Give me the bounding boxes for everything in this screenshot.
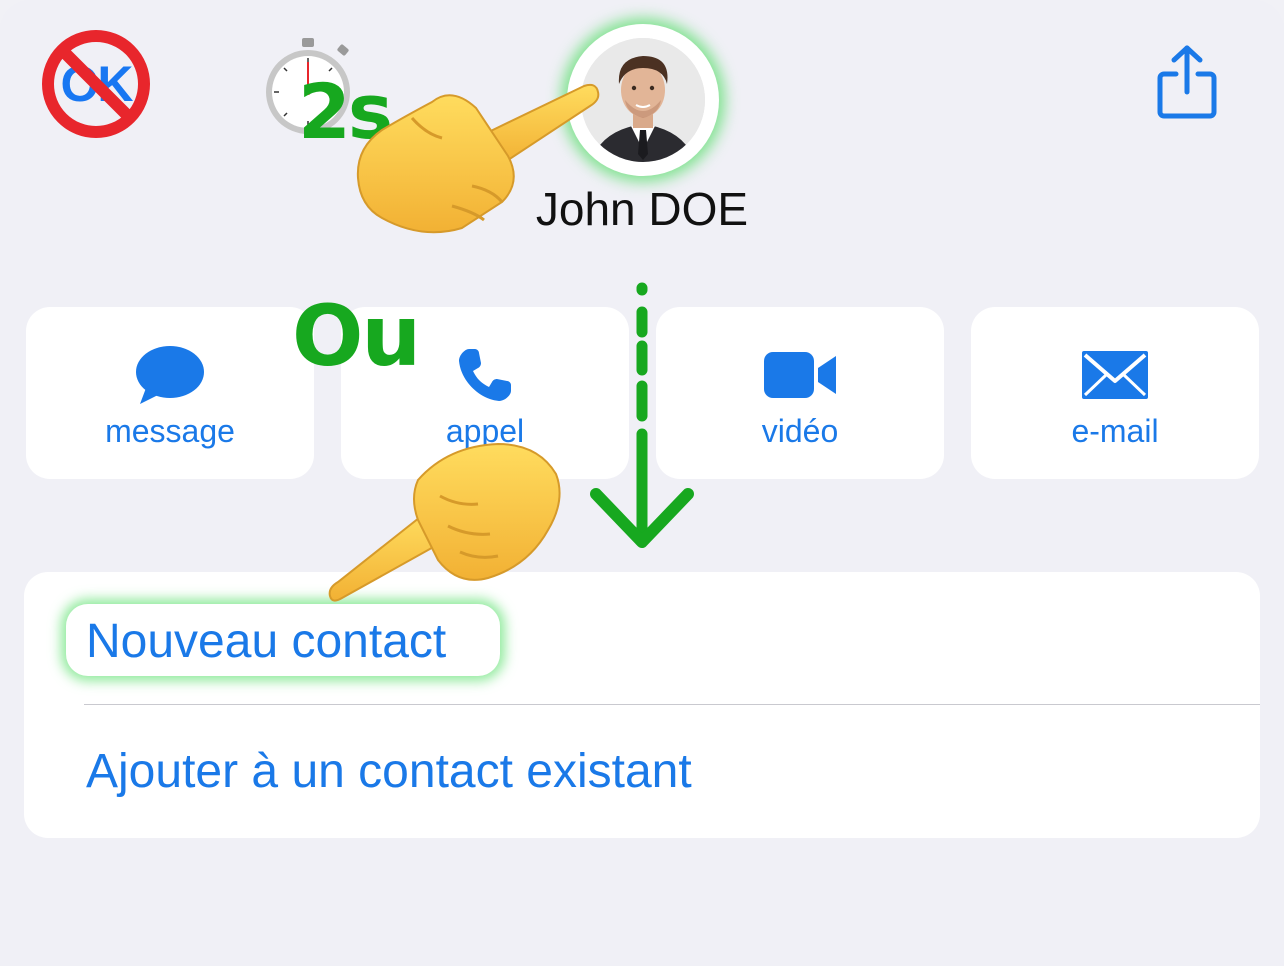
add-to-existing-row[interactable]: Ajouter à un contact existant — [24, 704, 1260, 836]
phone-icon — [459, 349, 511, 401]
video-label: vidéo — [761, 413, 839, 449]
avatar-photo — [581, 38, 705, 162]
new-contact-label: Nouveau contact — [86, 615, 447, 668]
envelope-icon — [1082, 351, 1148, 399]
add-to-existing-label: Ajouter à un contact existant — [86, 745, 692, 798]
prohibited-icon — [42, 30, 150, 138]
action-buttons: message appel vidéo e-mail — [26, 307, 1259, 479]
share-icon[interactable] — [1156, 44, 1218, 120]
contact-name: John DOE — [535, 183, 749, 235]
ok-button[interactable]: OK — [40, 28, 152, 140]
video-button[interactable]: vidéo — [656, 307, 944, 479]
message-bubble-icon — [136, 346, 204, 404]
message-button[interactable]: message — [26, 307, 314, 479]
new-contact-row[interactable]: Nouveau contact — [24, 572, 1260, 704]
call-label: appel — [445, 413, 525, 449]
contact-options-list: Nouveau contact Ajouter à un contact exi… — [24, 572, 1260, 838]
email-button[interactable]: e-mail — [971, 307, 1259, 479]
video-camera-icon — [764, 352, 836, 398]
or-annotation: Ou — [292, 287, 421, 385]
contact-screen: OK 2s. — [0, 0, 1284, 966]
contact-avatar[interactable] — [567, 24, 719, 176]
message-label: message — [105, 413, 235, 449]
email-label: e-mail — [1071, 413, 1159, 449]
hold-duration-label: 2s. — [298, 67, 419, 156]
